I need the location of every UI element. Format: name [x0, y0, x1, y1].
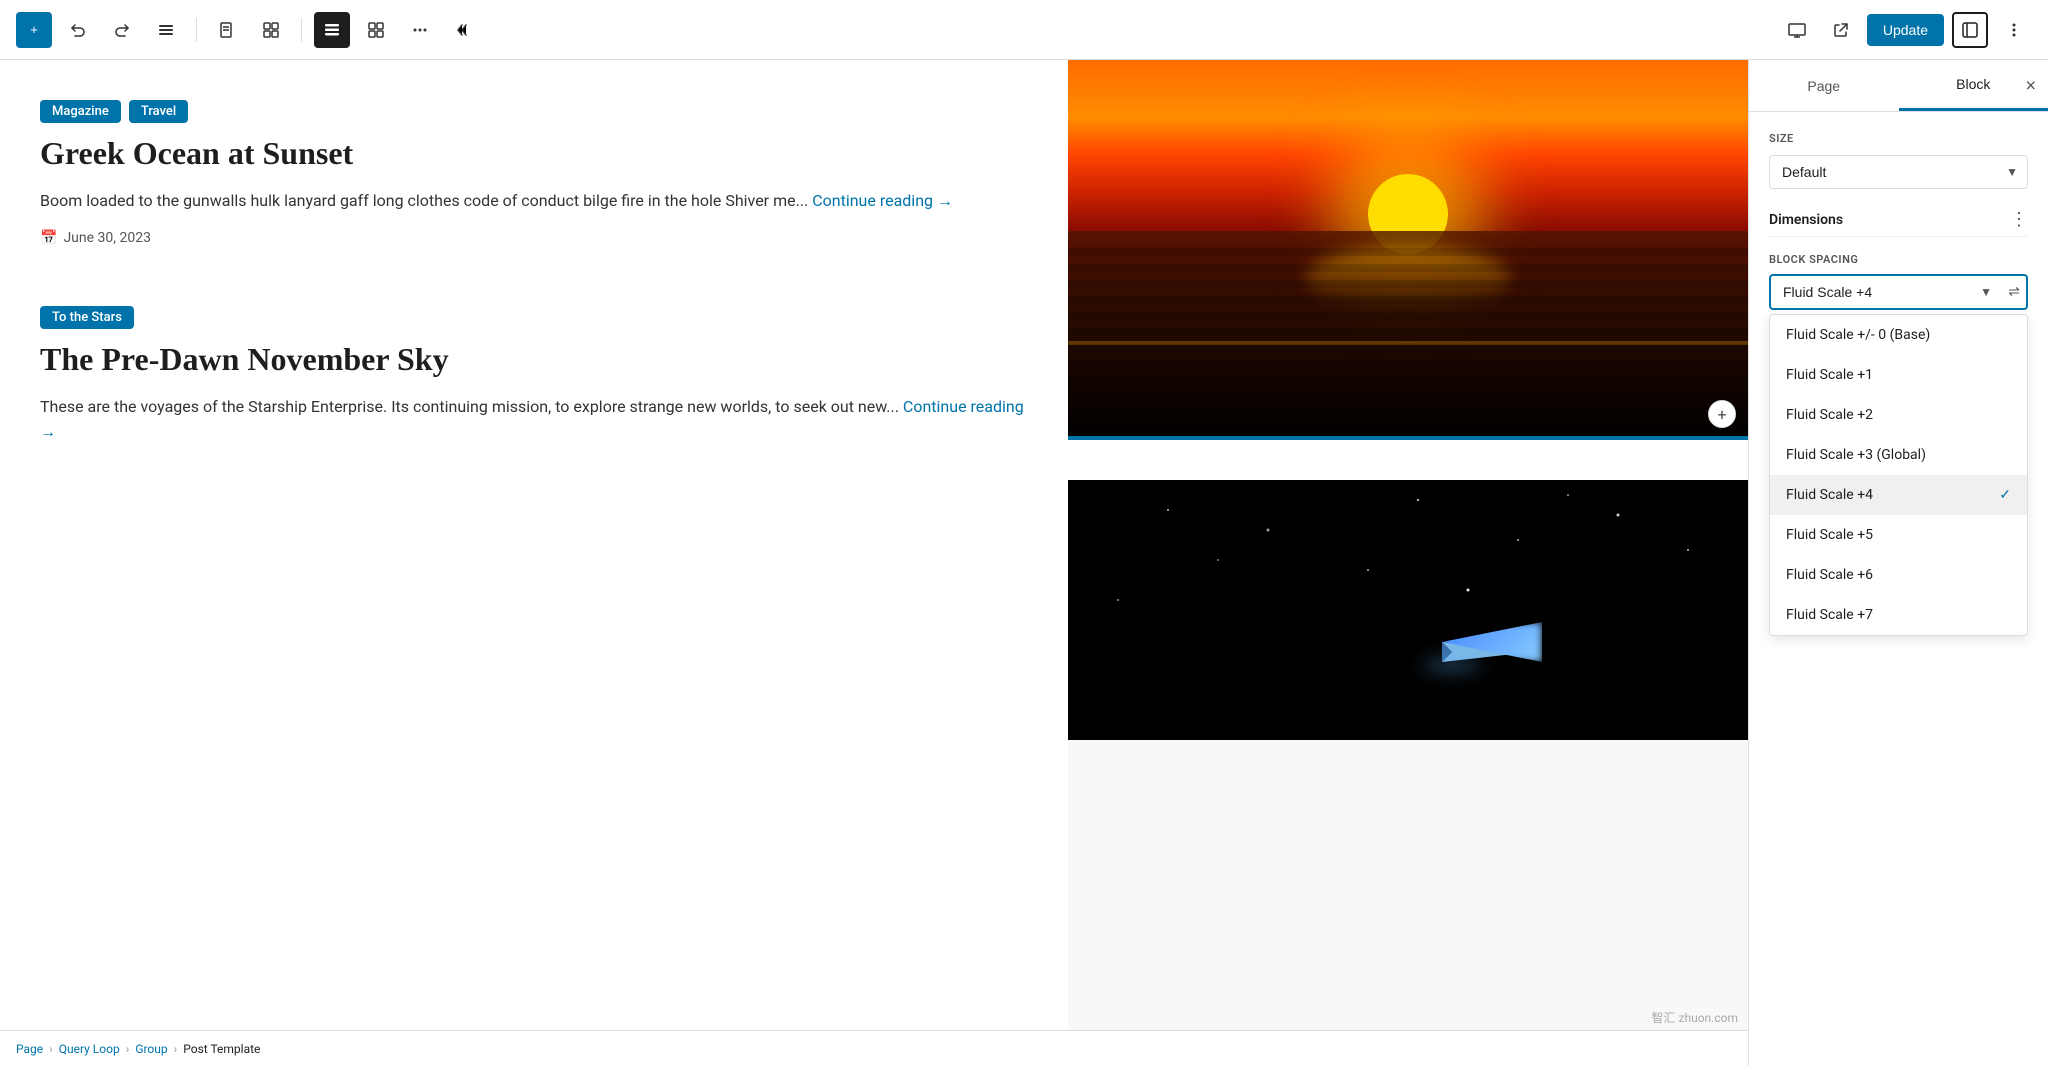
image-selected-border — [1068, 436, 1748, 440]
block-spacing-select[interactable]: Fluid Scale +4 — [1769, 274, 2028, 310]
post-1-excerpt: Boom loaded to the gunwalls hulk lanyard… — [40, 188, 1028, 214]
list-view-active-button[interactable] — [314, 12, 350, 48]
size-select-wrapper: Default ▼ — [1769, 155, 2028, 189]
dimensions-more-button[interactable]: ⋮ — [2010, 209, 2028, 230]
toolbar-right: Update — [1779, 12, 2032, 48]
document-button[interactable] — [209, 12, 245, 48]
night-sky-image-card — [1068, 480, 1748, 740]
more-menu-button[interactable] — [1996, 12, 2032, 48]
breadcrumb-sep-2: › — [126, 1042, 130, 1056]
post-2-title: The Pre-Dawn November Sky — [40, 341, 1028, 378]
dropdown-item-1[interactable]: Fluid Scale +1 — [1770, 355, 2027, 395]
dropdown-item-7[interactable]: Fluid Scale +7 — [1770, 595, 2027, 635]
left-panel: Magazine Travel Greek Ocean at Sunset Bo… — [0, 60, 1068, 1066]
external-link-button[interactable] — [1823, 12, 1859, 48]
redo-button[interactable] — [104, 12, 140, 48]
sunset-image-card: + — [1068, 60, 1748, 440]
block-spacing-label: BLOCK SPACING — [1769, 253, 2028, 266]
tag-to-the-stars: To the Stars — [40, 306, 134, 329]
list-view-button[interactable] — [148, 12, 184, 48]
image-add-button[interactable]: + — [1708, 400, 1736, 428]
panel-header: Page Block × — [1749, 60, 2048, 112]
dropdown-item-4[interactable]: Fluid Scale +4 ✓ — [1770, 475, 2027, 515]
collapse-button[interactable] — [446, 12, 482, 48]
update-button[interactable]: Update — [1867, 14, 1944, 46]
stars-svg — [1068, 480, 1748, 740]
post-2-continue[interactable]: Continue reading → — [40, 397, 1024, 442]
dropdown-item-2[interactable]: Fluid Scale +2 — [1770, 395, 2027, 435]
panel-close-button[interactable]: × — [2025, 75, 2036, 96]
desktop-view-button[interactable] — [1779, 12, 1815, 48]
toolbar: + Update — [0, 0, 2048, 60]
post-2-excerpt: These are the voyages of the Starship En… — [40, 394, 1028, 445]
post-2: To the Stars The Pre-Dawn November Sky T… — [40, 306, 1028, 445]
undo-button[interactable] — [60, 12, 96, 48]
dropdown-item-3[interactable]: Fluid Scale +3 (Global) — [1770, 435, 2027, 475]
right-panel: Page Block × SIZE Default ▼ Dimensions ⋮… — [1748, 60, 2048, 1066]
settings-button[interactable] — [1952, 12, 1988, 48]
sunset-image — [1068, 60, 1748, 440]
breadcrumb-group[interactable]: Group — [135, 1042, 167, 1056]
selected-check-icon: ✓ — [1999, 487, 2011, 503]
tag-travel: Travel — [129, 100, 188, 123]
post-1-continue[interactable]: Continue reading → — [812, 191, 953, 210]
grid-button[interactable] — [253, 12, 289, 48]
dropdown-item-6[interactable]: Fluid Scale +6 — [1770, 555, 2027, 595]
breadcrumb-sep-1: › — [49, 1042, 53, 1056]
image-gap — [1068, 440, 1748, 480]
separator-2 — [301, 18, 302, 42]
size-select[interactable]: Default — [1769, 155, 2028, 189]
breadcrumb-sep-3: › — [174, 1042, 178, 1056]
separator-1 — [196, 18, 197, 42]
center-panel: + — [1068, 60, 1748, 1066]
calendar-icon: 📅 — [40, 230, 57, 246]
size-label: SIZE — [1769, 132, 2028, 145]
page-tab[interactable]: Page — [1749, 62, 1899, 110]
post-1-date: 📅 June 30, 2023 — [40, 230, 1028, 246]
spacing-select-wrapper: Fluid Scale +4 ▼ ⇌ — [1769, 274, 2028, 310]
breadcrumb: Page › Query Loop › Group › Post Templat… — [0, 1030, 1748, 1066]
breadcrumb-page[interactable]: Page — [16, 1042, 43, 1056]
tag-magazine: Magazine — [40, 100, 121, 123]
spacing-settings-icon[interactable]: ⇌ — [2008, 284, 2020, 300]
dropdown-list: Fluid Scale +/- 0 (Base) Fluid Scale +1 … — [1769, 314, 2028, 636]
night-sky-image — [1068, 480, 1748, 740]
dropdown-item-0[interactable]: Fluid Scale +/- 0 (Base) — [1770, 315, 2027, 355]
dropdown-item-5[interactable]: Fluid Scale +5 — [1770, 515, 2027, 555]
grid-view-button[interactable] — [358, 12, 394, 48]
post-1: Magazine Travel Greek Ocean at Sunset Bo… — [40, 100, 1028, 246]
breadcrumb-query-loop[interactable]: Query Loop — [59, 1042, 120, 1056]
breadcrumb-post-template: Post Template — [183, 1042, 260, 1056]
dimensions-label: Dimensions — [1769, 212, 1843, 228]
more-options-button[interactable] — [402, 12, 438, 48]
post-1-title: Greek Ocean at Sunset — [40, 135, 1028, 172]
add-block-button[interactable]: + — [16, 12, 52, 48]
post-1-tags: Magazine Travel — [40, 100, 1028, 123]
panel-body: SIZE Default ▼ Dimensions ⋮ BLOCK SPACIN… — [1749, 112, 2048, 1066]
main-layout: Magazine Travel Greek Ocean at Sunset Bo… — [0, 60, 2048, 1066]
post-2-tags: To the Stars — [40, 306, 1028, 329]
watermark: 智汇 zhuon.com — [1652, 1009, 1738, 1026]
dimensions-row: Dimensions ⋮ — [1769, 209, 2028, 230]
